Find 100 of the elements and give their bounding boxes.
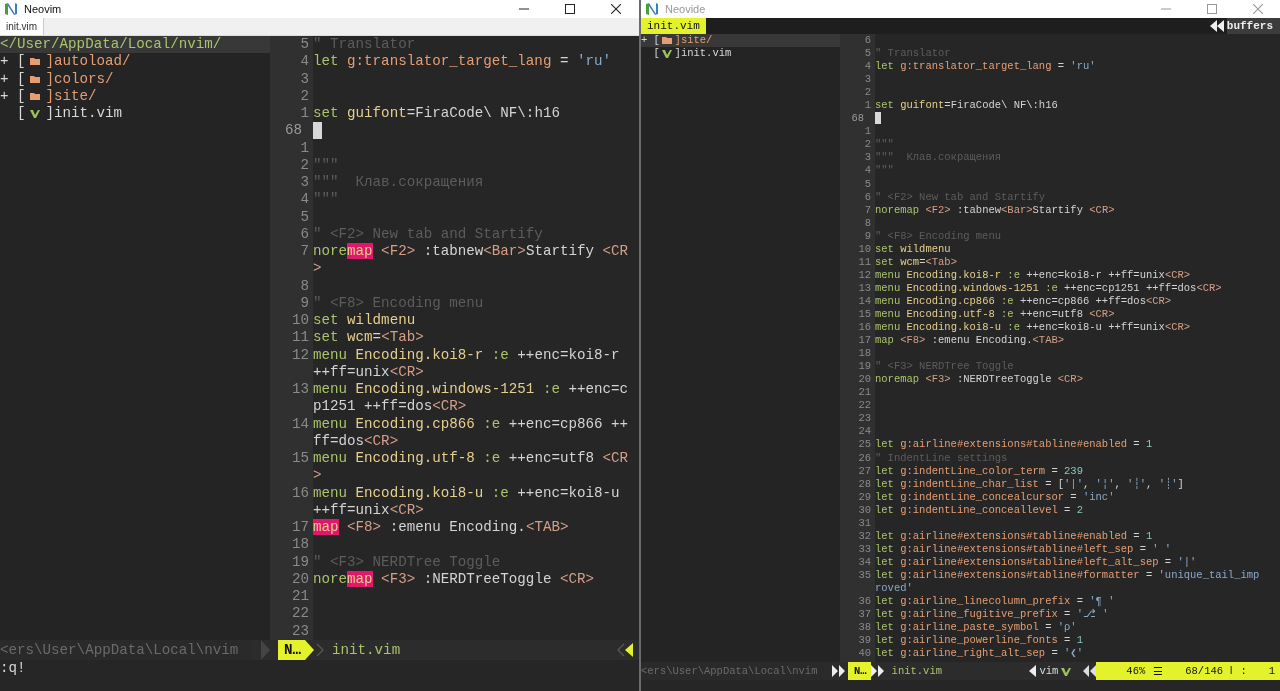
tab[interactable]: init.vim [641, 18, 706, 34]
window-title: Neovim [24, 3, 63, 15]
line-number: 10 [858, 242, 872, 256]
code-line: let g:indentLine_conceallevel = 2 [875, 503, 1083, 517]
code-line: """ [313, 156, 339, 174]
double-arrow-icon [832, 665, 845, 677]
line-number: 19 [858, 360, 872, 374]
tab[interactable]: init.vim [0, 18, 45, 35]
line-number: 8 [864, 216, 872, 230]
line-number: 20 [291, 570, 310, 588]
code-line: let g:indentLine_concealcursor = 'inc' [875, 490, 1115, 504]
line-number: 36 [858, 595, 872, 609]
line-symbol: ǀ [1228, 665, 1235, 677]
line-number: 26 [858, 451, 872, 465]
line-number: 13 [291, 381, 310, 399]
line-number: 22 [858, 399, 872, 413]
line-number: 30 [858, 503, 872, 517]
code-line: let g:airline#extensions#tabline#left_alt_sep = '|' [875, 555, 1197, 569]
cursor-position: 68/146 [1185, 665, 1224, 677]
code-line: let g:airline#extensions#tabline#left_sep = ' ' [875, 542, 1172, 556]
line-number: 6 [300, 225, 310, 243]
line-number: 24 [858, 425, 872, 439]
line-number: 33 [858, 542, 872, 556]
triangle-icon [305, 640, 315, 660]
tree-item[interactable]: + [ ]autoload/ [0, 53, 270, 71]
percent-text: 46% [1126, 665, 1146, 677]
code-line: """ [875, 138, 894, 152]
chevron-icon [617, 643, 625, 657]
line-number: 34 [858, 555, 872, 569]
menu-symbol: ☰ [1153, 664, 1164, 678]
code-line: menu Encoding.koi8-r :e ++enc=koi8-r [313, 346, 620, 364]
app-logo [645, 2, 659, 16]
line-number: 19 [291, 553, 310, 571]
code-line: roved' [875, 581, 913, 595]
tree-item[interactable]: + [ ]site/ [0, 87, 270, 105]
line-number: 2 [300, 87, 310, 105]
double-arrow-icon [870, 665, 884, 677]
maximize-icon [565, 4, 575, 14]
line-number: 12 [858, 268, 872, 282]
file-icon [30, 109, 41, 119]
code-line: let g:indentLine_color_term = 239 [875, 464, 1083, 478]
line-number: 35 [858, 568, 872, 582]
tree-item[interactable]: + [ ]colors/ [0, 70, 270, 88]
line-number: 2 [864, 86, 872, 100]
line-number: 4 [864, 60, 872, 74]
line-number: 6 [864, 190, 872, 204]
code-line: menu Encoding.utf-8 :e ++enc=utf8 <CR [313, 450, 629, 468]
line-number: 1 [300, 105, 310, 123]
window-title: Neovide [665, 3, 707, 15]
line-number: 1 [300, 139, 310, 157]
code-line: menu Encoding.utf-8 :e ++enc=utf8 <CR> [875, 308, 1115, 322]
line-number: 4 [300, 53, 310, 71]
line-number: 2 [300, 156, 310, 174]
code-line: set wildmenu [875, 242, 951, 256]
line-number: 11 [858, 255, 872, 269]
line-number: 5 [300, 208, 310, 226]
chevron-icon [316, 643, 325, 657]
code-line: noremap <F2> :tabnew<Bar>Startify <CR> [875, 203, 1115, 217]
tree-item[interactable]: [ ]init.vim [641, 47, 840, 61]
file-icon [662, 49, 673, 59]
file-icon [1061, 666, 1072, 676]
code-line: """ [875, 164, 894, 178]
code-line: ff=dos<CR> [313, 432, 399, 450]
line-number: 17 [858, 334, 872, 348]
code-line: > [313, 260, 322, 278]
line-number: 25 [858, 438, 872, 452]
line-number: 17 [291, 519, 310, 537]
tree-item[interactable]: </User/AppData/Local/nvim/ [0, 36, 270, 54]
maximize-icon [1207, 4, 1217, 14]
line-number: 2 [864, 138, 872, 152]
folder-icon [662, 36, 673, 45]
file-name: init.vim [332, 642, 401, 658]
line-number: 32 [858, 529, 872, 543]
separator-icon [260, 640, 270, 660]
code-line: map <F8> :emenu Encoding.<TAB> [313, 519, 569, 537]
code-line: let g:airline#extensions#tabline#enabled = 1 [875, 438, 1153, 452]
folder-icon [30, 91, 41, 101]
mode-indicator: N… [848, 662, 871, 680]
line-number: 20 [858, 373, 872, 387]
line-number: 21 [291, 588, 310, 606]
code-line: let g:airline_right_alt_sep = '❮' [875, 647, 1083, 661]
code-line: let g:airline_linecolumn_prefix = '¶ ' [875, 595, 1115, 609]
tree-item[interactable]: + [ ]site/ [641, 34, 840, 48]
line-number: 39 [858, 634, 872, 648]
line-number: 40 [858, 647, 872, 661]
left-arrow-icon [1029, 665, 1037, 677]
line-number: 22 [291, 605, 310, 623]
folder-icon [30, 74, 41, 84]
file-name: init.vim [891, 665, 943, 677]
code-line: > [313, 467, 322, 485]
code-line: let g:airline#extensions#tabline#enabled = 1 [875, 529, 1153, 543]
line-number: 21 [858, 386, 872, 400]
tree-item[interactable]: [ ]init.vim [0, 105, 270, 123]
line-number: 28 [858, 477, 872, 491]
code-line: let g:translator_target_lang = 'ru' [313, 53, 611, 71]
code-line: menu Encoding.windows-1251 :e ++enc=c [313, 381, 629, 399]
code-line: noremap <F3> :NERDTreeToggle <CR> [875, 373, 1083, 387]
line-number: 16 [291, 484, 310, 502]
command-line: :q! [0, 660, 26, 678]
code-line: set wcm=<Tab> [313, 329, 424, 347]
